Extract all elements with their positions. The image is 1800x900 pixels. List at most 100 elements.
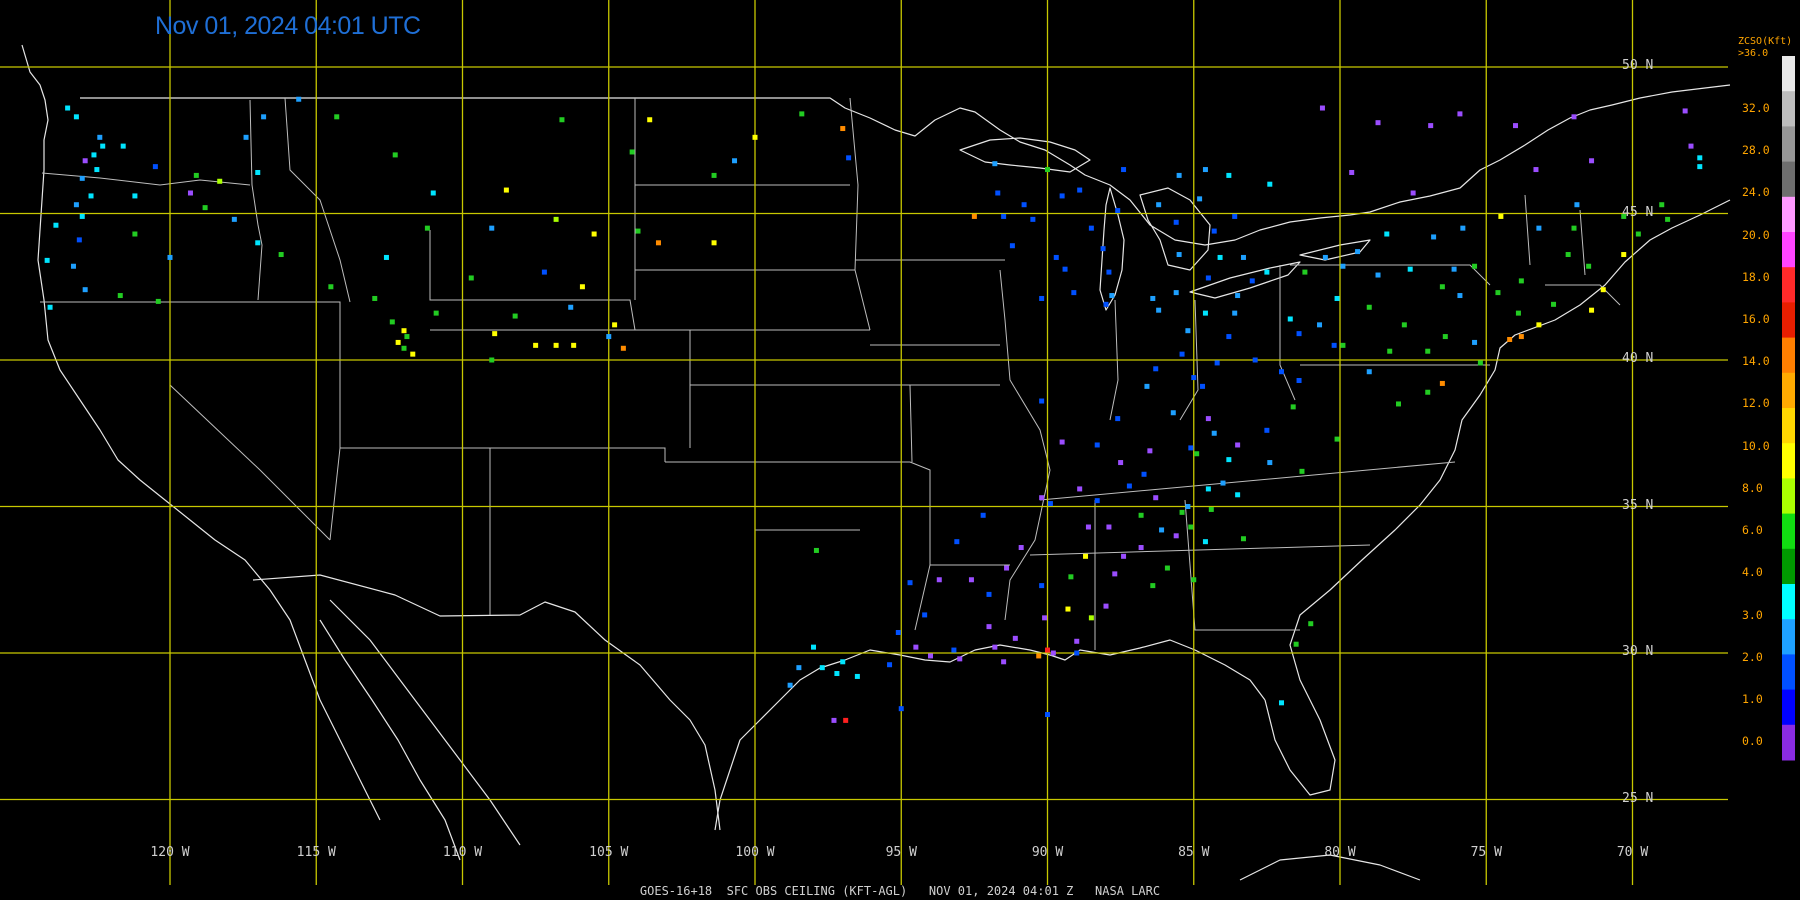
observation-marker: [1188, 524, 1194, 530]
observation-marker: [152, 164, 158, 170]
longitude-label: 95 W: [885, 845, 917, 860]
observation-marker: [1267, 460, 1273, 466]
observation-marker: [1074, 638, 1080, 644]
observation-marker: [424, 225, 430, 231]
observation-marker: [591, 231, 597, 237]
observation-marker: [489, 357, 495, 363]
observation-marker: [1112, 571, 1118, 577]
observation-marker: [1164, 565, 1170, 571]
observation-marker: [1621, 252, 1627, 258]
observation-marker: [1211, 430, 1217, 436]
observation-marker: [1047, 501, 1053, 507]
observation-marker: [1176, 172, 1182, 178]
observation-marker: [1249, 278, 1255, 284]
latitude-label: 45 N: [1622, 204, 1654, 220]
observation-marker: [629, 149, 635, 155]
latitude-label: 40 N: [1622, 351, 1654, 366]
observation-marker: [533, 342, 539, 348]
observation-marker: [389, 319, 395, 325]
observation-marker: [813, 547, 819, 553]
observation-marker: [1688, 143, 1694, 149]
observation-marker: [1173, 533, 1179, 539]
scale-label: 8.0: [1742, 480, 1763, 495]
observation-marker: [1053, 254, 1059, 260]
longitude-label: 105 W: [589, 845, 629, 860]
color-scale-segment: [1782, 267, 1795, 303]
observation-marker: [951, 647, 957, 653]
observation-marker: [1571, 225, 1577, 231]
observation-marker: [73, 202, 79, 208]
observation-marker: [1322, 254, 1328, 260]
observation-marker: [1141, 471, 1147, 477]
scale-label: 3.0: [1742, 607, 1763, 622]
observation-marker: [895, 629, 901, 635]
observation-marker: [1159, 527, 1165, 533]
observation-marker: [65, 105, 71, 111]
scale-label: 12.0: [1742, 396, 1770, 411]
observation-marker: [1039, 398, 1045, 404]
scale-title: ZCSO(Kft) >36.0: [1738, 36, 1792, 60]
observation-marker: [571, 342, 577, 348]
longitude-label: 75 W: [1470, 845, 1502, 860]
longitude-label: 70 W: [1616, 845, 1649, 860]
observation-marker: [430, 190, 436, 196]
observation-marker: [1138, 545, 1144, 551]
observation-marker: [404, 334, 410, 340]
longitude-label: 85 W: [1178, 845, 1210, 860]
observation-marker: [1188, 445, 1194, 451]
observation-marker: [1088, 615, 1094, 621]
observation-marker: [655, 240, 661, 246]
observation-marker: [907, 580, 913, 586]
observation-marker: [1118, 460, 1124, 466]
latitude-label: 30 N: [1622, 644, 1654, 659]
observation-marker: [1039, 583, 1045, 589]
observation-marker: [1439, 380, 1445, 386]
observation-marker: [1264, 269, 1270, 275]
observation-marker: [1039, 295, 1045, 301]
observation-marker: [1205, 486, 1211, 492]
observation-marker: [957, 656, 963, 662]
latitude-label: 50 N: [1622, 58, 1654, 73]
observation-marker: [1173, 219, 1179, 225]
observation-marker: [1431, 234, 1437, 240]
observation-marker: [553, 216, 559, 222]
observation-marker: [1153, 366, 1159, 372]
observation-marker: [395, 339, 401, 345]
observation-marker: [1042, 615, 1048, 621]
scale-label: 6.0: [1742, 523, 1763, 538]
observation-marker: [328, 284, 334, 290]
observation-marker: [995, 190, 1001, 196]
scale-label: 4.0: [1742, 565, 1763, 580]
color-scale-segment: [1782, 654, 1795, 691]
observation-marker: [1085, 524, 1091, 530]
observation-marker: [1068, 574, 1074, 580]
observation-marker: [1094, 442, 1100, 448]
observation-marker: [1115, 416, 1121, 422]
color-scale-segment: [1782, 548, 1795, 585]
observation-marker: [968, 577, 974, 583]
observation-marker: [1083, 553, 1089, 559]
observation-marker: [843, 717, 849, 723]
observation-marker: [1319, 105, 1325, 111]
observation-marker: [1451, 266, 1457, 272]
observation-marker: [1536, 225, 1542, 231]
observation-marker: [1697, 155, 1703, 161]
observation-marker: [1513, 123, 1518, 129]
latitude-label: 35 N: [1622, 497, 1654, 513]
longitude-label: 120 W: [150, 845, 190, 860]
observation-marker: [1185, 328, 1191, 334]
observation-marker: [1267, 181, 1273, 187]
color-scale-segment: [1782, 724, 1795, 761]
observation-marker: [1355, 249, 1361, 255]
footer-caption: GOES-16+18 SFC OBS CEILING (KFT-AGL) NOV…: [639, 884, 1161, 898]
observation-marker: [1425, 348, 1431, 354]
observation-marker: [1103, 603, 1109, 609]
observation-marker: [980, 512, 986, 518]
observation-marker: [1226, 334, 1232, 340]
observation-marker: [1589, 307, 1595, 313]
observation-marker: [1536, 322, 1542, 328]
observation-marker: [1439, 284, 1445, 290]
observation-marker: [97, 134, 103, 140]
observation-marker: [1460, 225, 1466, 231]
observation-marker: [1472, 339, 1478, 345]
